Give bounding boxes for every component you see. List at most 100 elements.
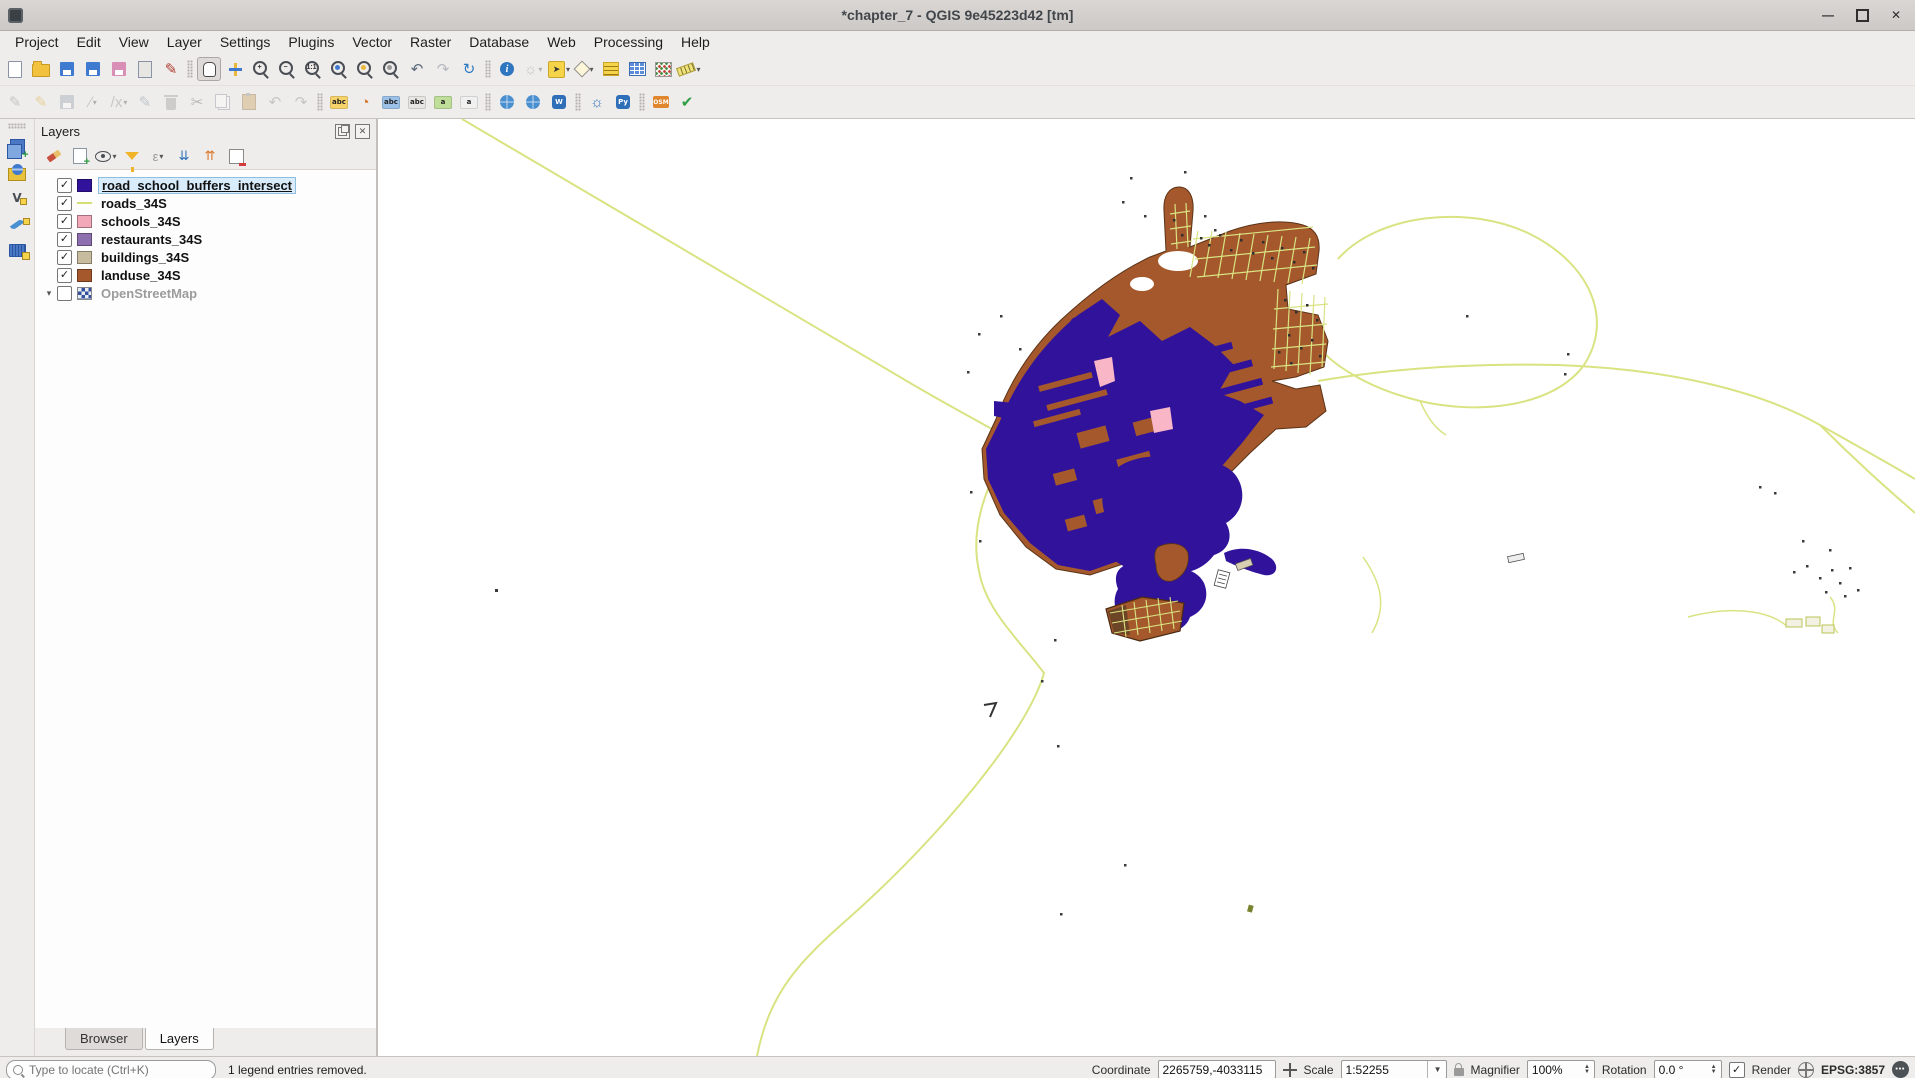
processing-toolbox-icon[interactable]: ☼ (585, 90, 609, 114)
layer-row-restaurants_34S[interactable]: ✓restaurants_34S (35, 230, 376, 248)
python-console-icon[interactable]: Py (611, 90, 635, 114)
layer-checkbox-road_school_buffers_intersect[interactable]: ✓ (57, 178, 72, 193)
layer-checkbox-roads_34S[interactable]: ✓ (57, 196, 72, 211)
layer-checkbox-landuse_34S[interactable]: ✓ (57, 268, 72, 283)
paste-features-icon[interactable] (237, 90, 261, 114)
layer-label-restaurants_34S[interactable]: restaurants_34S (98, 232, 205, 247)
menu-processing[interactable]: Processing (585, 32, 672, 52)
identify-features-icon[interactable]: i (495, 57, 519, 81)
new-spatialite-layer-icon[interactable] (4, 237, 30, 263)
deselect-features-icon[interactable]: ▾ (573, 57, 597, 81)
statistical-summary-icon[interactable] (651, 57, 675, 81)
layer-row-buildings_34S[interactable]: ✓ buildings_34S (35, 248, 376, 266)
select-features-dropdown-arrow[interactable]: ▾ (566, 65, 570, 74)
layer-row-road_school_buffers_intersect[interactable]: ✓ road_school_buffers_intersect (35, 176, 376, 194)
filter-legend-icon[interactable] (121, 145, 143, 167)
menu-edit[interactable]: Edit (68, 32, 110, 52)
save-project-icon[interactable] (55, 57, 79, 81)
layer-label-buildings_34S[interactable]: buildings_34S (98, 250, 192, 265)
layer-row-OpenStreetMap[interactable]: ▾ OpenStreetMap (35, 284, 376, 302)
layer-checkbox-schools_34S[interactable]: ✓ (57, 214, 72, 229)
render-checkbox[interactable]: ✓ (1729, 1062, 1745, 1078)
pan-map-icon[interactable] (197, 57, 221, 81)
menu-layer[interactable]: Layer (158, 32, 211, 52)
menu-help[interactable]: Help (672, 32, 719, 52)
digitize-with-segment-dropdown-arrow[interactable]: ▾ (93, 98, 97, 107)
run-feature-action-dropdown-arrow[interactable]: ▾ (538, 65, 542, 74)
tab-browser[interactable]: Browser (65, 1028, 143, 1050)
zoom-in-icon[interactable]: + (249, 57, 273, 81)
lock-scale-icon[interactable] (1454, 1068, 1464, 1076)
osm-place-search-icon[interactable]: OSM (649, 90, 673, 114)
open-project-icon[interactable] (29, 57, 53, 81)
measure-line-dropdown-arrow[interactable]: ▾ (696, 65, 700, 74)
new-geopackage-layer-icon[interactable] (4, 211, 30, 237)
menu-plugins[interactable]: Plugins (279, 32, 343, 52)
layer-label-OpenStreetMap[interactable]: OpenStreetMap (98, 286, 200, 301)
rotation-spinners[interactable]: ▲▼ (1711, 1065, 1717, 1075)
check-geometries-icon[interactable]: ✔ (675, 90, 699, 114)
manage-map-themes-icon[interactable]: ▾ (95, 145, 117, 167)
magnifier-spinners[interactable]: ▲▼ (1584, 1065, 1590, 1075)
style-manager-icon[interactable]: ✎ (159, 57, 183, 81)
save-layer-edits-icon[interactable] (55, 90, 79, 114)
web-service-icon[interactable] (521, 90, 545, 114)
zoom-full-icon[interactable] (327, 57, 351, 81)
add-group-icon[interactable] (69, 145, 91, 167)
new-print-layout-icon[interactable] (133, 57, 157, 81)
menu-project[interactable]: Project (6, 32, 68, 52)
modify-attributes-icon[interactable]: ✎ (133, 90, 157, 114)
pin-labels-icon[interactable]: abc (379, 90, 403, 114)
pan-to-selection-icon[interactable] (223, 57, 247, 81)
redo-icon[interactable]: ↷ (289, 90, 313, 114)
new-project-icon[interactable] (3, 57, 27, 81)
menu-raster[interactable]: Raster (401, 32, 460, 52)
delete-selected-icon[interactable] (159, 90, 183, 114)
map-canvas[interactable] (378, 119, 1915, 1056)
vertex-tool-dropdown-arrow[interactable]: ▾ (123, 98, 127, 107)
menu-settings[interactable]: Settings (211, 32, 280, 52)
manage-map-themes-dropdown-arrow[interactable]: ▾ (112, 152, 116, 161)
current-edits-icon[interactable]: ✎ (3, 90, 27, 114)
layer-label-roads_34S[interactable]: roads_34S (98, 196, 170, 211)
magnifier-spinbox[interactable]: 100% ▲▼ (1527, 1060, 1595, 1078)
remove-layer-icon[interactable] (225, 145, 247, 167)
zoom-last-icon[interactable]: ↶ (405, 57, 429, 81)
scale-combo[interactable]: 1:52255 ▼ (1341, 1060, 1447, 1078)
move-label-icon[interactable]: a (431, 90, 455, 114)
layer-checkbox-OpenStreetMap[interactable] (57, 286, 72, 301)
expand-all-icon[interactable]: ⇊ (173, 145, 195, 167)
panel-float-button[interactable] (335, 124, 350, 139)
select-features-icon[interactable]: ➤▾ (547, 57, 571, 81)
select-by-form-icon[interactable] (599, 57, 623, 81)
crs-code[interactable]: EPSG:3857 (1821, 1063, 1885, 1077)
zoom-to-selection-icon[interactable] (353, 57, 377, 81)
run-feature-action-icon[interactable]: ☼▾ (521, 57, 545, 81)
open-layer-styling-icon[interactable] (43, 145, 65, 167)
geocoder-icon[interactable]: W (547, 90, 571, 114)
filter-by-expression-dropdown-arrow[interactable]: ▾ (159, 152, 163, 161)
open-attribute-table-icon[interactable] (625, 57, 649, 81)
locate-box[interactable] (6, 1060, 216, 1078)
layer-row-schools_34S[interactable]: ✓schools_34S (35, 212, 376, 230)
maximize-button[interactable] (1855, 8, 1869, 22)
locate-input[interactable] (27, 1062, 209, 1078)
layer-expander-icon[interactable]: ▾ (41, 288, 57, 299)
data-source-manager-icon[interactable] (4, 133, 30, 159)
zoom-native-icon[interactable]: 1:1 (301, 57, 325, 81)
close-button[interactable]: ✕ (1889, 8, 1903, 22)
menu-web[interactable]: Web (538, 32, 585, 52)
coordinate-input[interactable]: 2265759,-4033115 (1158, 1060, 1276, 1078)
cut-features-icon[interactable]: ✂ (185, 90, 209, 114)
layer-label-road_school_buffers_intersect[interactable]: road_school_buffers_intersect (98, 177, 296, 194)
layer-label-landuse_34S[interactable]: landuse_34S (98, 268, 184, 283)
menu-vector[interactable]: Vector (343, 32, 401, 52)
save-as-template-icon[interactable] (107, 57, 131, 81)
layer-checkbox-buildings_34S[interactable]: ✓ (57, 250, 72, 265)
vertex-tool-icon[interactable]: /x▾ (107, 90, 131, 114)
minimize-button[interactable]: — (1821, 8, 1835, 22)
rotation-spinbox[interactable]: 0.0 ° ▲▼ (1654, 1060, 1722, 1078)
messages-bubble-icon[interactable]: ⋯ (1892, 1061, 1909, 1078)
new-shapefile-layer-icon[interactable]: V (4, 185, 30, 211)
toggle-editing-icon[interactable]: ✎ (29, 90, 53, 114)
